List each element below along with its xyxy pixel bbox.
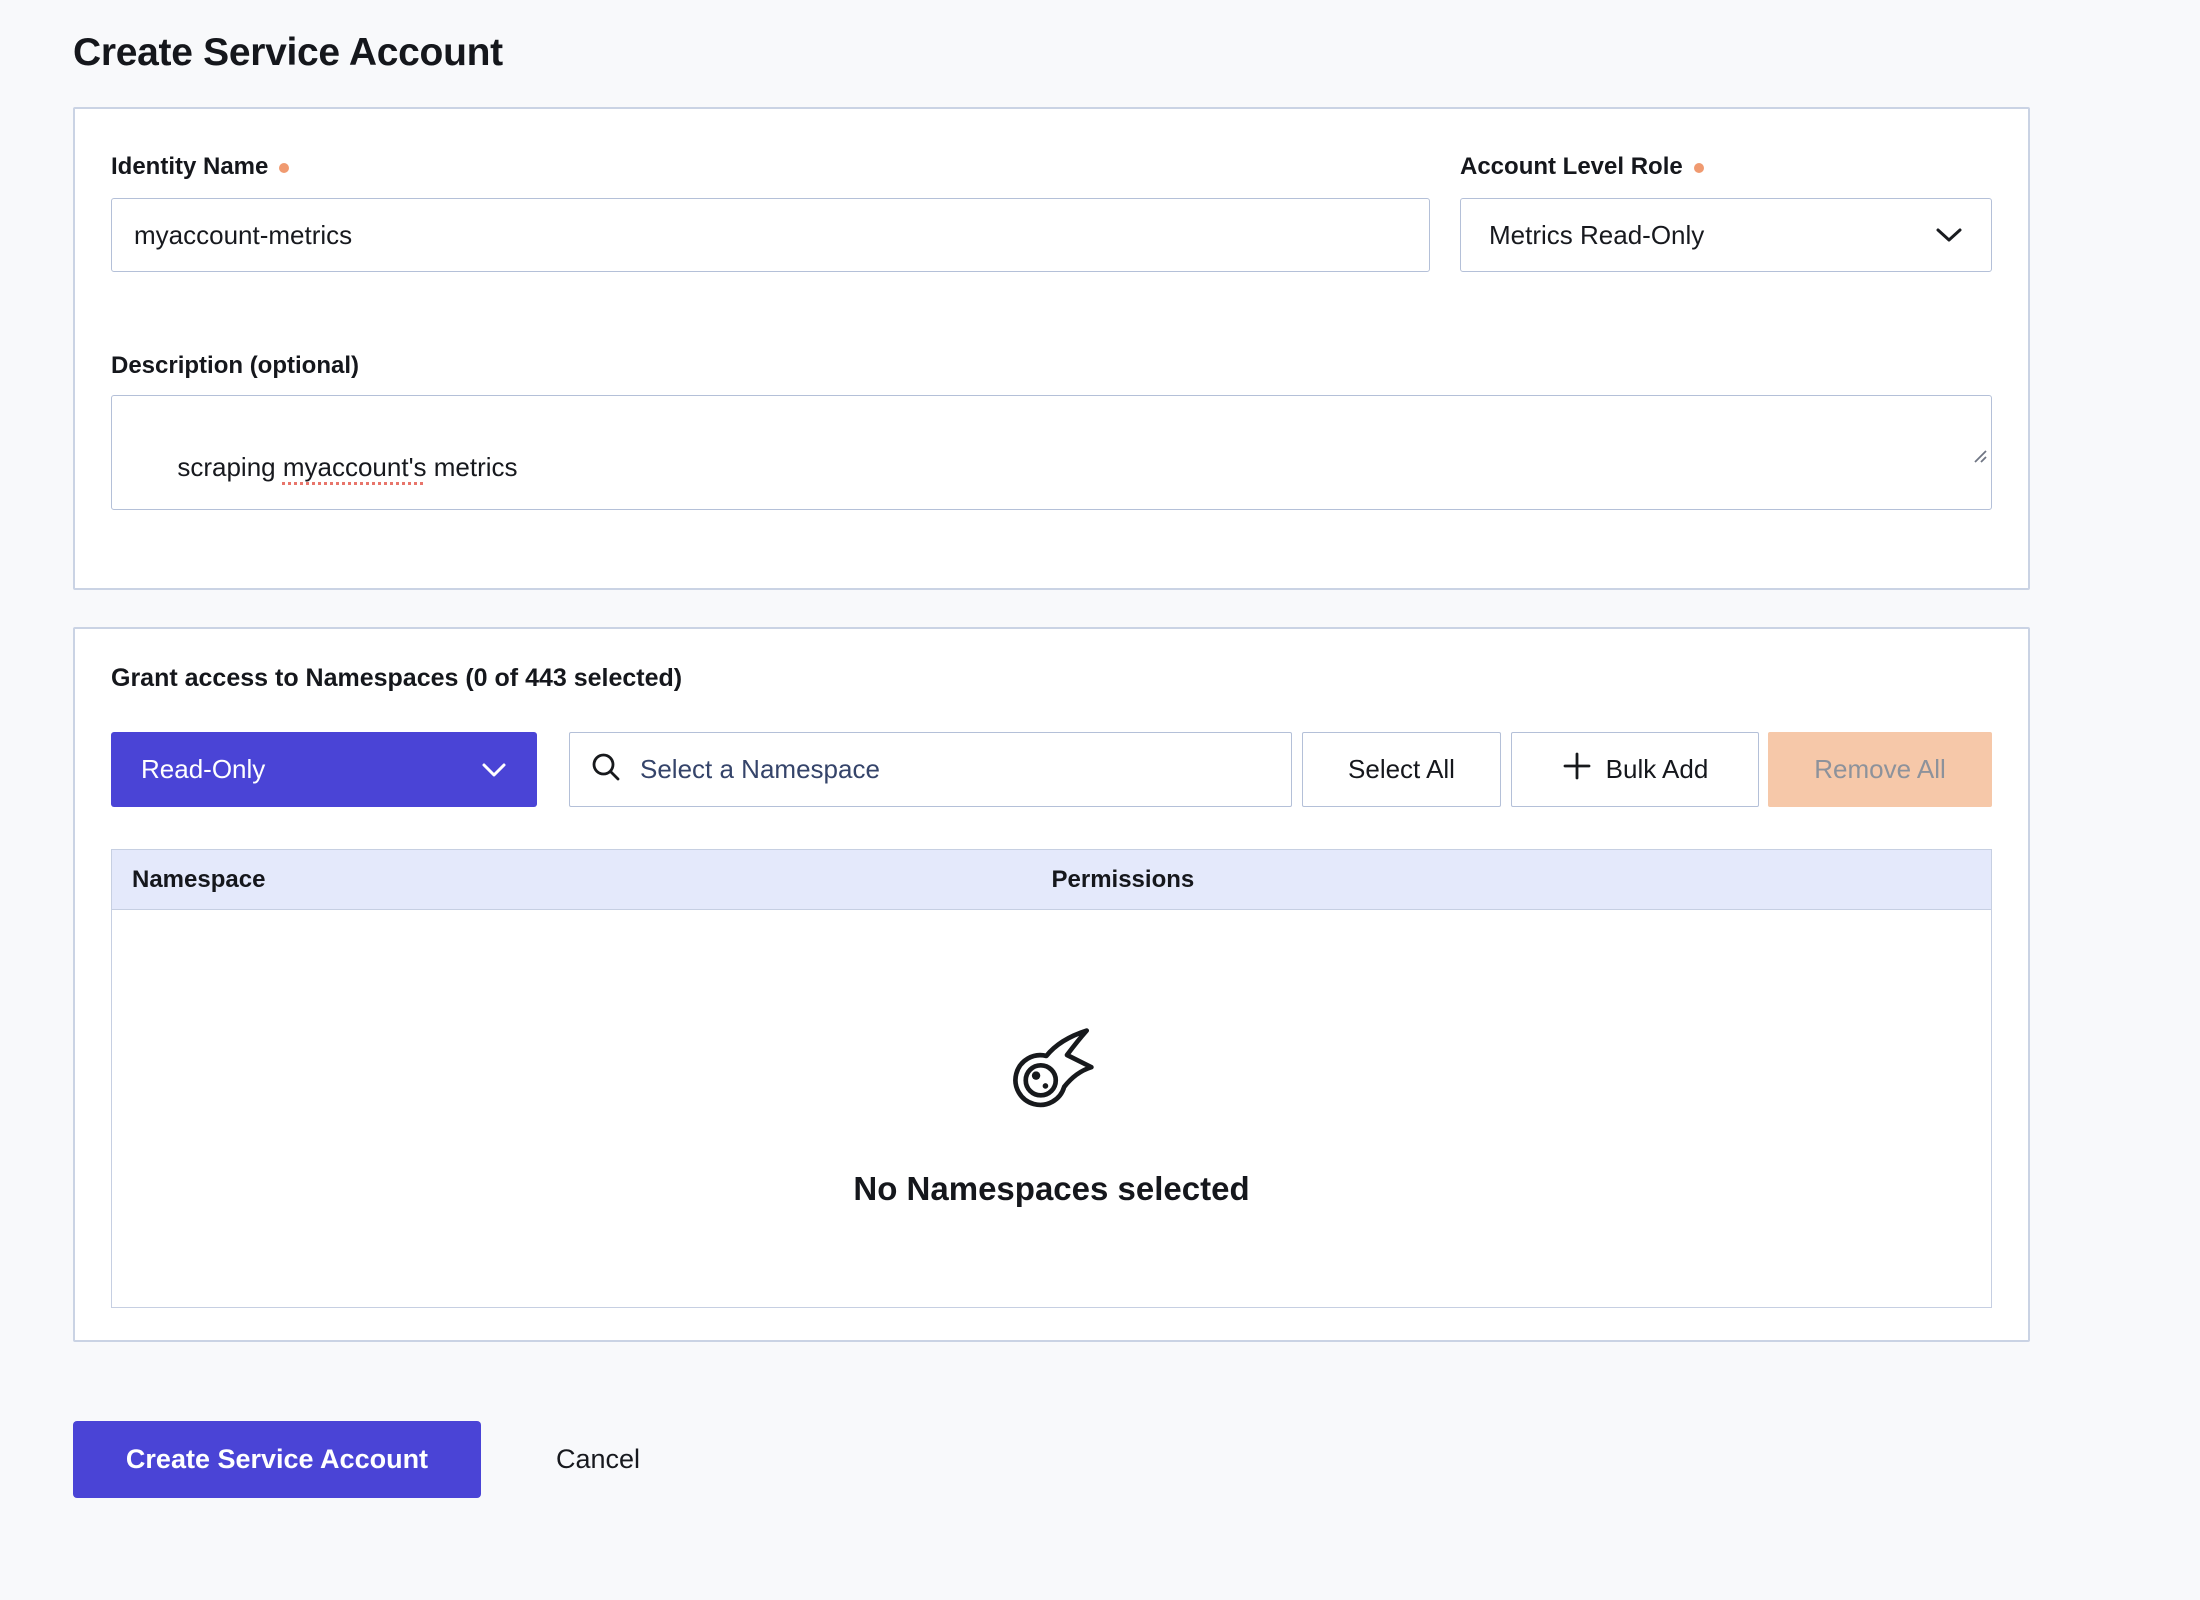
namespace-search-input[interactable]: [638, 753, 1271, 786]
identity-name-input[interactable]: [111, 198, 1430, 272]
chevron-down-icon: [1935, 220, 1963, 251]
cancel-button[interactable]: Cancel: [550, 1443, 646, 1476]
description-text: metrics: [427, 452, 518, 482]
column-header-namespace: Namespace: [112, 866, 1052, 894]
account-level-role-field-group: Account Level Role Metrics Read-Only: [1460, 152, 1992, 272]
permission-dropdown-value: Read-Only: [141, 754, 265, 785]
description-text: scraping: [177, 452, 283, 482]
page-title: Create Service Account: [73, 0, 2030, 75]
empty-state-message: No Namespaces selected: [853, 1170, 1249, 1208]
namespaces-card: Grant access to Namespaces (0 of 443 sel…: [73, 627, 2030, 1342]
comet-icon: [1007, 1025, 1097, 1115]
create-service-account-button[interactable]: Create Service Account: [73, 1421, 481, 1498]
namespaces-table: Namespace Permissions No Namespaces sele…: [111, 849, 1992, 1308]
description-misspelled-word: myaccount's: [283, 452, 427, 482]
description-label: Description (optional): [111, 351, 1992, 381]
permission-dropdown[interactable]: Read-Only: [111, 732, 537, 807]
description-textarea[interactable]: scraping myaccount's metrics: [111, 395, 1992, 510]
namespaces-table-header: Namespace Permissions: [112, 850, 1991, 910]
column-header-permissions: Permissions: [1052, 866, 1992, 894]
textarea-resize-handle[interactable]: [1913, 403, 1987, 505]
chevron-down-icon: [481, 754, 507, 785]
identity-name-field-group: Identity Name: [111, 152, 1430, 272]
bulk-add-button[interactable]: Bulk Add: [1511, 732, 1759, 807]
identity-card: Identity Name Account Level Role Metrics…: [73, 107, 2030, 590]
create-service-account-page: Create Service Account Identity Name Acc…: [73, 0, 2030, 1498]
plus-icon: [1562, 751, 1592, 788]
namespace-search-box[interactable]: [569, 732, 1292, 807]
account-level-role-label: Account Level Role: [1460, 152, 1992, 182]
search-icon: [590, 751, 622, 788]
form-footer: Create Service Account Cancel: [73, 1421, 2030, 1498]
namespaces-table-body: No Namespaces selected: [112, 910, 1991, 1307]
account-level-role-select[interactable]: Metrics Read-Only: [1460, 198, 1992, 272]
account-level-role-value: Metrics Read-Only: [1489, 220, 1704, 251]
select-all-button[interactable]: Select All: [1302, 732, 1501, 807]
namespaces-heading: Grant access to Namespaces (0 of 443 sel…: [111, 664, 1992, 694]
remove-all-button[interactable]: Remove All: [1768, 732, 1992, 807]
required-dot: [279, 163, 289, 173]
identity-name-label: Identity Name: [111, 152, 1430, 182]
required-dot: [1694, 163, 1704, 173]
